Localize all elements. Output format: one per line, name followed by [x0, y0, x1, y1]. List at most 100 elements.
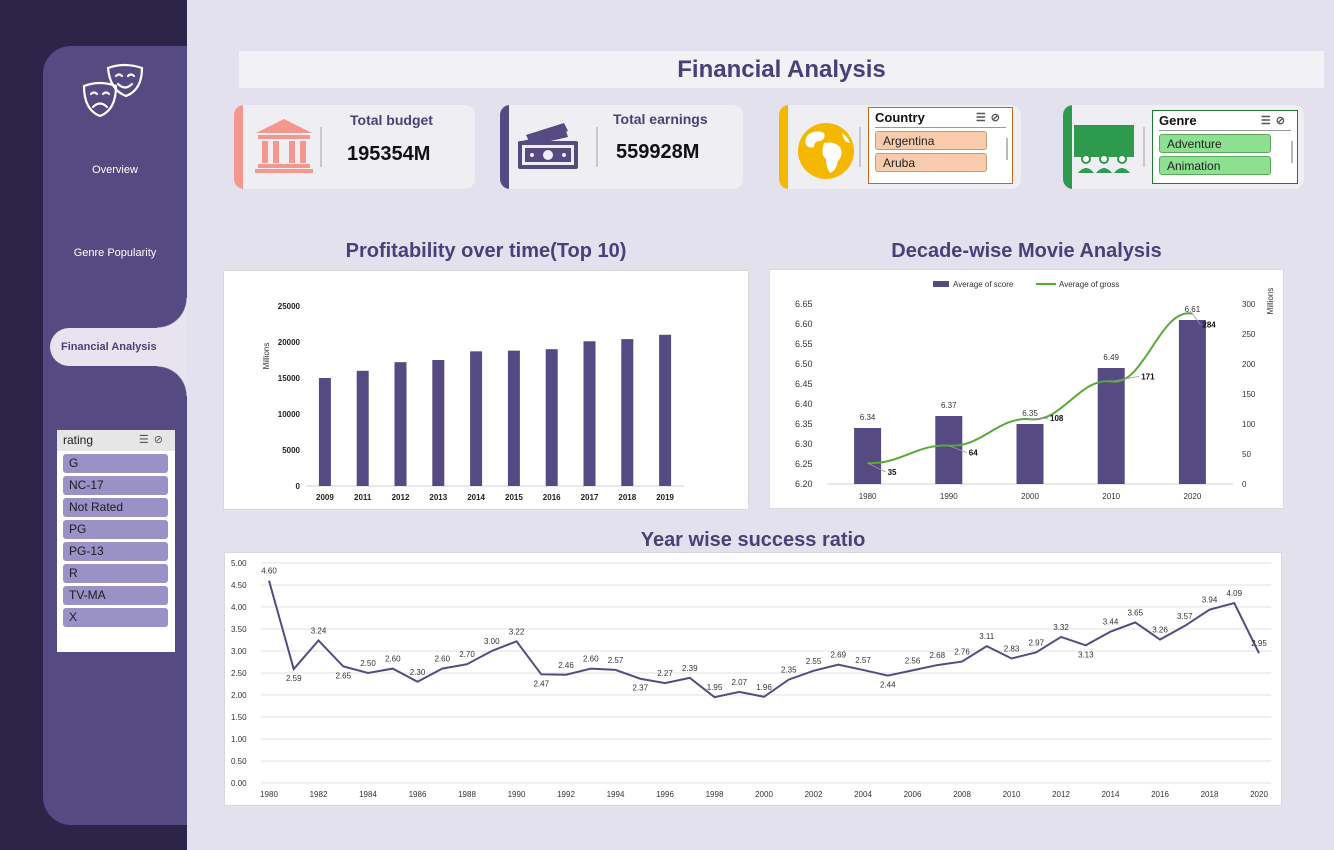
point-data-label: 2.95 — [1251, 639, 1267, 648]
genre-item-animation[interactable]: Animation — [1159, 156, 1271, 175]
bar — [470, 351, 483, 486]
kpi-accent — [234, 105, 243, 189]
point-data-label: 2.57 — [608, 656, 624, 665]
kpi-accent — [500, 105, 509, 189]
country-item-argentina[interactable]: Argentina — [875, 131, 987, 150]
rating-slicer: rating ☰⊘ G NC-17 Not Rated PG PG-13 R T… — [57, 430, 175, 652]
bar — [1016, 424, 1044, 484]
point-data-label: 2.70 — [459, 650, 475, 659]
x-tick-label: 1994 — [607, 790, 625, 799]
profitability-chart-title: Profitability over time(Top 10) — [345, 240, 627, 262]
nav-overview[interactable]: Overview — [43, 164, 187, 176]
rating-item-not-rated[interactable]: Not Rated — [63, 498, 168, 517]
globe-icon — [798, 123, 854, 179]
slicer-scrollbar[interactable] — [1006, 138, 1008, 160]
leader-line — [1029, 417, 1049, 420]
point-data-label: 2.65 — [335, 671, 351, 680]
y-tick-label: 10000 — [278, 410, 301, 419]
point-data-label: 2.57 — [855, 656, 871, 665]
y-tick-label: 0.50 — [231, 757, 247, 766]
clear-filter-icon[interactable]: ⊘ — [1276, 115, 1290, 127]
clear-filter-icon[interactable]: ⊘ — [154, 434, 168, 446]
point-data-label: 2.76 — [954, 648, 970, 657]
bar — [854, 428, 882, 484]
y-tick-label: 6.35 — [795, 419, 813, 429]
kpi-earnings-value: 559928M — [616, 141, 700, 163]
rating-slicer-header: rating ☰⊘ — [57, 430, 175, 451]
bar — [1097, 368, 1125, 484]
legend-label-score: Average of score — [953, 280, 1014, 289]
multi-select-icon[interactable]: ☰ — [1261, 115, 1276, 127]
x-tick-label: 2016 — [1151, 790, 1169, 799]
rating-item-x[interactable]: X — [63, 608, 168, 627]
bar-data-label: 6.37 — [941, 401, 957, 410]
nav-corner-bottom — [157, 366, 187, 396]
y-tick-label: 15000 — [278, 374, 301, 383]
bar — [356, 370, 369, 486]
genre-item-adventure[interactable]: Adventure — [1159, 134, 1271, 153]
point-data-label: 2.69 — [830, 651, 846, 660]
point-data-label: 3.94 — [1202, 596, 1218, 605]
x-tick-label: 2017 — [581, 493, 599, 502]
point-data-label: 2.46 — [558, 661, 574, 670]
slicer-scrollbar[interactable] — [1291, 141, 1293, 163]
point-data-label: 4.60 — [261, 567, 277, 576]
bar — [583, 341, 596, 486]
bar-data-label: 6.34 — [860, 413, 876, 422]
kpi-divider — [596, 127, 598, 167]
y-axis-label: Millions — [262, 343, 271, 370]
point-data-label: 3.26 — [1152, 626, 1168, 635]
kpi-total-earnings: Total earnings 559928M — [500, 105, 743, 189]
decade-chart: 6.20 6.25 6.30 6.35 6.40 6.45 6.50 6.55 6.60 6.65… — [769, 269, 1284, 509]
y-tick-label: 6.20 — [795, 479, 813, 489]
success-ratio-chart: 0.00 0.50 1.00 1.50 2.00 2.50 3.00 3.50 4.00 4.50… — [224, 552, 1282, 806]
x-tick-label: 2015 — [505, 493, 523, 502]
y2-tick-label: 300 — [1242, 300, 1256, 309]
bank-icon — [255, 119, 313, 173]
kpi-accent — [779, 105, 788, 189]
multi-select-icon[interactable]: ☰ — [139, 434, 154, 446]
cinema-icon — [1074, 125, 1134, 173]
kpi-divider — [1143, 127, 1145, 167]
point-data-label: 2.60 — [434, 655, 450, 664]
x-tick-label: 2010 — [1003, 790, 1021, 799]
point-data-label: 1.96 — [756, 683, 772, 692]
profitability-chart: 0 5000 10000 15000 20000 25000 Millions 2009 201… — [223, 270, 749, 510]
success-ratio-chart-title: Year wise success ratio — [640, 529, 866, 551]
point-data-label: 2.56 — [905, 656, 921, 665]
y-tick-label: 6.50 — [795, 359, 813, 369]
bar — [432, 360, 445, 486]
point-data-label: 2.55 — [806, 657, 822, 666]
kpi-budget-value: 195354M — [347, 143, 431, 165]
bar — [545, 349, 558, 486]
point-data-label: 3.13 — [1078, 650, 1094, 659]
nav-financial-analysis[interactable]: Financial Analysis — [50, 328, 187, 366]
y-tick-label: 6.60 — [795, 319, 813, 329]
nav-genre-popularity[interactable]: Genre Popularity — [43, 247, 187, 259]
rating-item-pg13[interactable]: PG-13 — [63, 542, 168, 561]
clear-filter-icon[interactable]: ⊘ — [991, 112, 1005, 124]
rating-item-r[interactable]: R — [63, 564, 168, 583]
rating-item-pg[interactable]: PG — [63, 520, 168, 539]
x-tick-label: 1982 — [310, 790, 328, 799]
x-tick-label: 1992 — [557, 790, 575, 799]
y-tick-label: 2.00 — [231, 691, 247, 700]
kpi-budget-label: Total budget — [350, 112, 433, 128]
y2-tick-label: 0 — [1242, 480, 1247, 489]
bar-data-label: 6.49 — [1103, 353, 1119, 362]
point-data-label: 2.97 — [1028, 638, 1044, 647]
point-data-label: 4.09 — [1226, 589, 1242, 598]
rating-item-tvma[interactable]: TV-MA — [63, 586, 168, 605]
y-tick-label: 6.55 — [795, 339, 813, 349]
rating-item-g[interactable]: G — [63, 454, 168, 473]
x-tick-label: 2012 — [392, 493, 410, 502]
point-data-label: 1.95 — [707, 683, 723, 692]
rating-slicer-title: rating — [63, 433, 94, 447]
x-tick-label: 2000 — [1021, 492, 1039, 501]
y-tick-label: 6.65 — [795, 299, 813, 309]
rating-item-nc17[interactable]: NC-17 — [63, 476, 168, 495]
multi-select-icon[interactable]: ☰ — [976, 112, 991, 124]
x-tick-label: 2016 — [543, 493, 561, 502]
country-item-aruba[interactable]: Aruba — [875, 153, 987, 172]
y-tick-label: 25000 — [278, 302, 301, 311]
